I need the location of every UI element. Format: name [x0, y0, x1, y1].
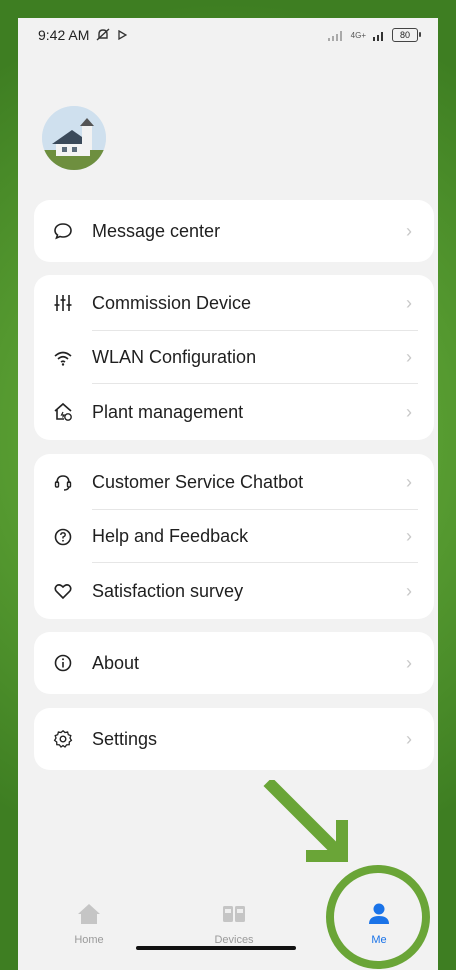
- menu-item-label: About: [92, 652, 140, 673]
- menu-item-label: Help and Feedback: [92, 526, 249, 546]
- avatar[interactable]: [42, 106, 106, 170]
- chevron-right-icon: ›: [406, 526, 412, 546]
- menu-item-label: Customer Service Chatbot: [92, 471, 304, 492]
- heart-icon: [52, 580, 74, 602]
- headset-icon: [52, 471, 74, 493]
- menu-item-label: Message center: [92, 220, 221, 241]
- signal-strong-icon: [373, 32, 383, 41]
- status-bar: 9:42 AM 4G+ 80: [18, 18, 438, 52]
- chevron-right-icon: ›: [406, 652, 412, 673]
- battery-indicator: 80: [392, 28, 421, 42]
- chat-bubble-icon: [52, 220, 74, 242]
- menu-card-device: Commission Device › WLAN Configuration ›: [34, 275, 434, 440]
- menu-item-customer-service-chatbot[interactable]: Customer Service Chatbot ›: [34, 454, 434, 510]
- menu-card-settings: Settings ›: [34, 708, 434, 770]
- menu-item-about[interactable]: About ›: [34, 632, 434, 694]
- devices-icon: [223, 906, 245, 922]
- menu-item-label: Satisfaction survey: [92, 580, 244, 601]
- signal-weak-icon: [327, 31, 342, 41]
- menu-item-help-and-feedback[interactable]: Help and Feedback ›: [34, 510, 434, 563]
- sliders-icon: [52, 292, 74, 314]
- chevron-right-icon: ›: [406, 728, 412, 749]
- phone-screen: 9:42 AM 4G+ 80 Message center › Commissi…: [18, 18, 438, 970]
- muted-bell-icon: [96, 28, 110, 41]
- menu-item-satisfaction-survey[interactable]: Satisfaction survey ›: [34, 563, 434, 619]
- nav-tab-home[interactable]: Home: [34, 890, 144, 946]
- menu-card-about: About ›: [34, 632, 434, 694]
- nav-label-home: Home: [74, 934, 104, 946]
- chevron-right-icon: ›: [406, 292, 412, 313]
- menu-item-commission-device[interactable]: Commission Device ›: [34, 275, 434, 331]
- menu-card-messages: Message center ›: [34, 200, 434, 262]
- highlight-circle-annotation: [326, 865, 430, 969]
- menu-item-settings[interactable]: Settings ›: [34, 708, 434, 770]
- nav-label-devices: Devices: [214, 934, 254, 946]
- chevron-right-icon: ›: [406, 220, 412, 241]
- menu-item-label: WLAN Configuration: [92, 347, 257, 367]
- network-type: 4G+: [350, 30, 366, 40]
- play-icon: [118, 30, 128, 40]
- menu-item-label: Commission Device: [92, 292, 252, 313]
- home-indicator: [136, 946, 296, 950]
- house-photo: [42, 106, 106, 170]
- menu-item-wlan-configuration[interactable]: WLAN Configuration ›: [34, 331, 434, 384]
- house-bolt-icon: [52, 401, 74, 423]
- nav-tab-devices[interactable]: Devices: [179, 890, 289, 946]
- help-circle-icon: [52, 526, 74, 548]
- wifi-icon: [52, 347, 74, 369]
- info-icon: [52, 652, 74, 674]
- status-time: 9:42 AM: [38, 27, 90, 43]
- home-icon: [78, 904, 100, 924]
- menu-card-support: Customer Service Chatbot › Help and Feed…: [34, 454, 434, 619]
- menu-item-label: Plant management: [92, 401, 244, 422]
- chevron-right-icon: ›: [406, 580, 412, 601]
- green-arrow-annotation: [263, 780, 348, 862]
- chevron-right-icon: ›: [406, 347, 412, 367]
- menu-item-message-center[interactable]: Message center ›: [34, 200, 434, 262]
- chevron-right-icon: ›: [406, 471, 412, 492]
- chevron-right-icon: ›: [406, 401, 412, 422]
- menu-item-plant-management[interactable]: Plant management ›: [34, 384, 434, 440]
- gear-icon: [52, 728, 74, 750]
- menu-item-label: Settings: [92, 728, 158, 749]
